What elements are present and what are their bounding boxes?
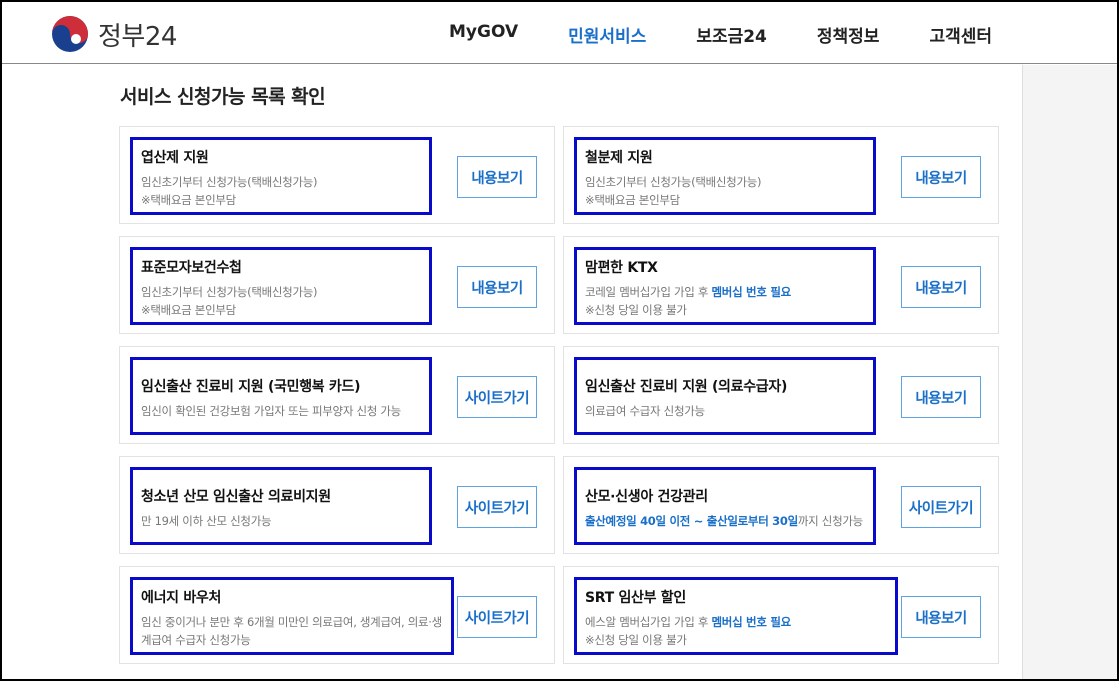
service-note: ※택배요금 본인부담 (585, 193, 680, 207)
service-card-folic-acid: 엽산제 지원 임신초기부터 신청가능(택배신청가능) ※택배요금 본인부담 내용… (119, 126, 555, 224)
service-card-happiness-card: 임신출산 진료비 지원 (국민행복 카드) 임신이 확인된 건강보험 가입자 또… (119, 346, 555, 444)
nav-customer-center[interactable]: 고객센터 (929, 22, 992, 47)
visit-site-button[interactable]: 사이트가기 (457, 596, 537, 638)
service-title: 청소년 산모 임신출산 의료비지원 (141, 489, 331, 505)
service-title: 임신출산 진료비 지원 (의료수급자) (585, 379, 788, 395)
service-desc: 에스알 멤버십가입 가입 후 멤버십 번호 필요 (585, 613, 887, 631)
service-desc-highlight: 출산예정일 40일 이전 ~ 출산일로부터 30일 (585, 514, 798, 528)
service-desc: 임신초기부터 신청가능(택배신청가능) (585, 175, 762, 189)
nav-subsidy24[interactable]: 보조금24 (696, 22, 767, 47)
view-details-button[interactable]: 내용보기 (901, 156, 981, 198)
service-desc: 임신초기부터 신청가능(택배신청가능) (141, 285, 318, 299)
site-header: 정부24 MyGOV 민원서비스 보조금24 정책정보 고객센터 (2, 2, 1117, 64)
service-card-energy-voucher: 에너지 바우처 임신 중이거나 분만 후 6개월 미만인 의료급여, 생계급여,… (119, 566, 555, 664)
service-info: 철분제 지원 임신초기부터 신청가능(택배신청가능) ※택배요금 본인부담 (574, 137, 876, 215)
service-info: 임신출산 진료비 지원 (의료수급자) 의료급여 수급자 신청가능 (574, 357, 876, 435)
service-desc: 의료급여 수급자 신청가능 (585, 404, 705, 418)
service-info: SRT 임산부 할인 에스알 멤버십가입 가입 후 멤버십 번호 필요 ※신청 … (574, 577, 898, 655)
service-info: 맘편한 KTX 코레일 멤버십가입 가입 후 멤버십 번호 필요 ※신청 당일 … (574, 247, 876, 325)
service-info: 청소년 산모 임신출산 의료비지원 만 19세 이하 산모 신청가능 (130, 467, 432, 545)
service-note: ※신청 당일 이용 불가 (585, 303, 687, 317)
logo-text: 정부24 (98, 21, 177, 52)
service-desc-highlight: 멤버십 번호 필요 (711, 615, 792, 629)
service-card-teen-mother: 청소년 산모 임신출산 의료비지원 만 19세 이하 산모 신청가능 사이트가기 (119, 456, 555, 554)
service-title: 표준모자보건수첩 (141, 260, 242, 276)
service-title: 임신출산 진료비 지원 (국민행복 카드) (141, 379, 361, 395)
view-details-button[interactable]: 내용보기 (901, 266, 981, 308)
nav-policy-info[interactable]: 정책정보 (817, 22, 880, 47)
nav-civil-service[interactable]: 민원서비스 (568, 22, 646, 47)
service-desc: 만 19세 이하 산모 신청가능 (141, 514, 272, 528)
service-title: 엽산제 지원 (141, 150, 209, 166)
service-desc: 임신이 확인된 건강보험 가입자 또는 피부양자 신청 가능 (141, 404, 401, 418)
view-details-button[interactable]: 내용보기 (457, 266, 537, 308)
service-desc: 코레일 멤버십가입 가입 후 멤버십 번호 필요 (585, 283, 865, 301)
service-desc-text: 코레일 멤버십가입 가입 후 (585, 285, 712, 299)
view-details-button[interactable]: 내용보기 (901, 376, 981, 418)
visit-site-button[interactable]: 사이트가기 (901, 486, 981, 528)
service-card-maternal-handbook: 표준모자보건수첩 임신초기부터 신청가능(택배신청가능) ※택배요금 본인부담 … (119, 236, 555, 334)
service-card-iron: 철분제 지원 임신초기부터 신청가능(택배신청가능) ※택배요금 본인부담 내용… (563, 126, 999, 224)
service-title: 맘편한 KTX (585, 260, 658, 276)
section-title: 서비스 신청가능 목록 확인 (120, 86, 326, 108)
service-card-srt: SRT 임산부 할인 에스알 멤버십가입 가입 후 멤버십 번호 필요 ※신청 … (563, 566, 999, 664)
nav-mygov[interactable]: MyGOV (449, 22, 518, 47)
service-info: 산모·신생아 건강관리 출산예정일 40일 이전 ~ 출산일로부터 30일까지 … (574, 467, 876, 545)
service-title: 철분제 지원 (585, 150, 653, 166)
view-details-button[interactable]: 내용보기 (457, 156, 537, 198)
service-card-newborn-care: 산모·신생아 건강관리 출산예정일 40일 이전 ~ 출산일로부터 30일까지 … (563, 456, 999, 554)
service-card-medical-aid: 임신출산 진료비 지원 (의료수급자) 의료급여 수급자 신청가능 내용보기 (563, 346, 999, 444)
service-title: SRT 임산부 할인 (585, 590, 686, 606)
service-desc: 임신초기부터 신청가능(택배신청가능) (141, 175, 318, 189)
service-desc: 출산예정일 40일 이전 ~ 출산일로부터 30일까지 신청가능 (585, 512, 865, 530)
service-info: 엽산제 지원 임신초기부터 신청가능(택배신청가능) ※택배요금 본인부담 (130, 137, 432, 215)
service-note: ※택배요금 본인부담 (141, 193, 236, 207)
service-title: 에너지 바우처 (141, 590, 222, 606)
service-desc-highlight: 멤버십 번호 필요 (711, 285, 792, 299)
service-note: ※신청 당일 이용 불가 (585, 633, 687, 647)
main-nav: MyGOV 민원서비스 보조금24 정책정보 고객센터 (449, 22, 1042, 47)
site-logo[interactable]: 정부24 (50, 14, 177, 54)
service-title: 산모·신생아 건강관리 (585, 489, 708, 505)
service-desc-text: 에스알 멤버십가입 가입 후 (585, 615, 712, 629)
view-details-button[interactable]: 내용보기 (901, 596, 981, 638)
service-card-ktx: 맘편한 KTX 코레일 멤버십가입 가입 후 멤버십 번호 필요 ※신청 당일 … (563, 236, 999, 334)
service-desc-text: 까지 신청가능 (797, 514, 863, 528)
taegeuk-logo-icon (52, 16, 88, 52)
visit-site-button[interactable]: 사이트가기 (457, 486, 537, 528)
service-info: 표준모자보건수첩 임신초기부터 신청가능(택배신청가능) ※택배요금 본인부담 (130, 247, 432, 325)
service-note: ※택배요금 본인부담 (141, 303, 236, 317)
right-side-strip (1022, 65, 1117, 679)
service-desc: 임신 중이거나 분만 후 6개월 미만인 의료급여, 생계급여, 의료·생계급여… (141, 615, 442, 647)
service-info: 에너지 바우처 임신 중이거나 분만 후 6개월 미만인 의료급여, 생계급여,… (130, 577, 454, 655)
visit-site-button[interactable]: 사이트가기 (457, 376, 537, 418)
service-info: 임신출산 진료비 지원 (국민행복 카드) 임신이 확인된 건강보험 가입자 또… (130, 357, 432, 435)
